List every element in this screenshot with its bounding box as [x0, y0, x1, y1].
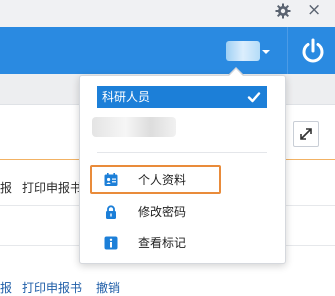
user-name-redacted: [92, 117, 176, 137]
menu-item-change-password[interactable]: 修改密码: [104, 200, 254, 224]
row-action-submit[interactable]: 报: [0, 179, 12, 196]
role-option-researcher[interactable]: 科研人员: [97, 86, 267, 108]
menu-divider: [97, 152, 267, 153]
close-icon[interactable]: ×: [307, 1, 321, 19]
expand-icon: [300, 128, 312, 140]
gear-icon[interactable]: [275, 3, 291, 19]
expand-button[interactable]: [293, 121, 319, 147]
menu-item-profile[interactable]: 个人资料: [104, 168, 254, 192]
lock-icon: [106, 205, 116, 219]
row-action-print[interactable]: 打印申报书: [22, 179, 82, 196]
menu-item-view-marks[interactable]: 查看标记: [104, 231, 254, 255]
menu-item-label: 个人资料: [138, 173, 187, 187]
power-icon[interactable]: [298, 36, 328, 66]
row-action-revoke[interactable]: 撤销: [96, 279, 120, 296]
chevron-down-icon[interactable]: [262, 50, 270, 54]
menu-pointer-inner: [229, 69, 243, 76]
row-action-print[interactable]: 打印申报书: [22, 279, 82, 296]
app-header: [0, 27, 335, 74]
info-icon: [104, 236, 118, 250]
row-action-submit[interactable]: 报: [0, 279, 12, 296]
user-name-button[interactable]: [226, 41, 260, 61]
profile-card-icon: [104, 173, 118, 186]
menu-item-label: 修改密码: [138, 205, 187, 219]
role-label: 科研人员: [102, 90, 151, 104]
menu-item-label: 查看标记: [138, 236, 187, 250]
check-icon: [247, 92, 261, 103]
header-divider: [287, 27, 288, 74]
